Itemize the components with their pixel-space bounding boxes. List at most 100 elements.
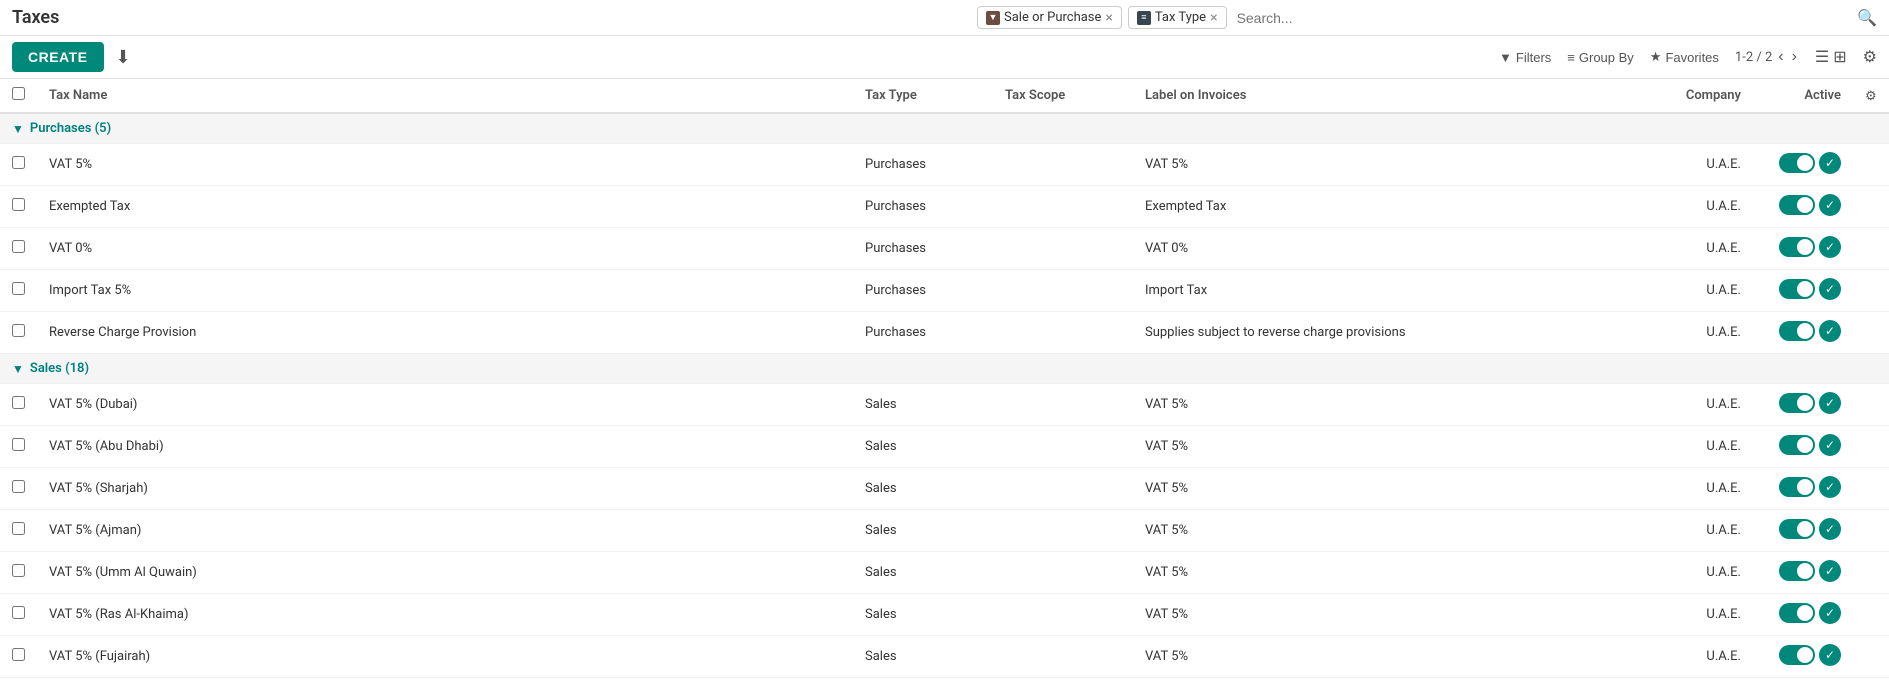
- filter-tag-tax-type[interactable]: ≡ Tax Type ×: [1128, 6, 1227, 29]
- tax-type-cell: Sales: [853, 384, 993, 426]
- tax-name-link[interactable]: Reverse Charge Provision: [49, 325, 196, 340]
- search-input[interactable]: [1233, 8, 1852, 28]
- table-row[interactable]: VAT 5% (Umm Al Quwain) Sales VAT 5% U.A.…: [0, 552, 1889, 594]
- active-toggle[interactable]: [1779, 519, 1815, 539]
- row-checkbox[interactable]: [12, 648, 25, 661]
- row-checkbox[interactable]: [12, 438, 25, 451]
- tax-type-cell: Sales: [853, 594, 993, 636]
- row-checkbox[interactable]: [12, 564, 25, 577]
- column-settings-button[interactable]: ⚙: [1863, 47, 1877, 67]
- next-page-button[interactable]: ›: [1790, 46, 1799, 68]
- tax-filter-icon: ≡: [1137, 11, 1151, 25]
- sale-filter-close-icon[interactable]: ×: [1105, 11, 1112, 25]
- row-checkbox[interactable]: [12, 282, 25, 295]
- tax-name-link[interactable]: VAT 5%: [49, 157, 92, 172]
- active-check-icon: ✓: [1819, 434, 1841, 456]
- row-checkbox[interactable]: [12, 606, 25, 619]
- row-checkbox[interactable]: [12, 240, 25, 253]
- label-on-invoices-cell: VAT 5%: [1133, 426, 1633, 468]
- tax-type-cell: Purchases: [853, 228, 993, 270]
- row-checkbox[interactable]: [12, 156, 25, 169]
- toolbar: CREATE ⬇ ▼ Filters ≡ Group By ★ Favorite…: [0, 36, 1889, 79]
- active-toggle[interactable]: [1779, 279, 1815, 299]
- company-cell: U.A.E.: [1633, 384, 1753, 426]
- tax-name-link[interactable]: VAT 0%: [49, 241, 92, 256]
- active-toggle[interactable]: [1779, 477, 1815, 497]
- table-row[interactable]: Reverse Charge Provision Purchases Suppl…: [0, 312, 1889, 354]
- active-check-icon: ✓: [1819, 320, 1841, 342]
- select-all-checkbox[interactable]: [12, 87, 25, 100]
- row-checkbox[interactable]: [12, 396, 25, 409]
- tax-scope-cell: [993, 426, 1133, 468]
- active-toggle[interactable]: [1779, 393, 1815, 413]
- row-checkbox[interactable]: [12, 480, 25, 493]
- pagination: 1-2 / 2 ‹ ›: [1735, 46, 1799, 68]
- download-button[interactable]: ⬇: [116, 47, 131, 68]
- prev-page-button[interactable]: ‹: [1776, 46, 1785, 68]
- create-button[interactable]: CREATE: [12, 42, 104, 72]
- groupby-button[interactable]: ≡ Group By: [1567, 50, 1634, 65]
- company-cell: U.A.E.: [1633, 594, 1753, 636]
- active-toggle[interactable]: [1779, 645, 1815, 665]
- collapse-arrow[interactable]: ▼: [12, 362, 24, 376]
- row-checkbox[interactable]: [12, 198, 25, 211]
- favorites-button[interactable]: ★ Favorites: [1650, 49, 1719, 65]
- active-toggle[interactable]: [1779, 237, 1815, 257]
- table-row[interactable]: VAT 0% Purchases VAT 0% U.A.E. ✓: [0, 228, 1889, 270]
- active-check-icon: ✓: [1819, 476, 1841, 498]
- table-header: Tax Name Tax Type Tax Scope Label on Inv…: [0, 79, 1889, 113]
- tax-scope-cell: [993, 468, 1133, 510]
- tax-name-link[interactable]: VAT 5% (Sharjah): [49, 481, 148, 496]
- company-cell: U.A.E.: [1633, 186, 1753, 228]
- list-view-button[interactable]: ☰: [1815, 47, 1829, 67]
- toolbar-actions: ▼ Filters ≡ Group By ★ Favorites 1-2 / 2…: [1499, 46, 1877, 68]
- kanban-view-button[interactable]: ⊞: [1833, 47, 1846, 67]
- row-checkbox[interactable]: [12, 522, 25, 535]
- favorites-label: Favorites: [1665, 50, 1718, 65]
- label-on-invoices-cell: Import Tax: [1133, 270, 1633, 312]
- tax-type-cell: Purchases: [853, 186, 993, 228]
- table-row[interactable]: VAT 5% (Ajman) Sales VAT 5% U.A.E. ✓: [0, 510, 1889, 552]
- company-cell: U.A.E.: [1633, 636, 1753, 678]
- active-toggle[interactable]: [1779, 321, 1815, 341]
- filter-tag-sale-or-purchase[interactable]: ▼ Sale or Purchase ×: [977, 6, 1122, 29]
- label-on-invoices-cell: VAT 5%: [1133, 594, 1633, 636]
- collapse-arrow[interactable]: ▼: [12, 122, 24, 136]
- tax-name-link[interactable]: VAT 5% (Dubai): [49, 397, 137, 412]
- active-toggle[interactable]: [1779, 153, 1815, 173]
- table-row[interactable]: VAT 5% Purchases VAT 5% U.A.E. ✓: [0, 144, 1889, 186]
- active-toggle[interactable]: [1779, 603, 1815, 623]
- tax-type-cell: Purchases: [853, 270, 993, 312]
- search-button[interactable]: 🔍: [1857, 8, 1877, 28]
- tax-name-link[interactable]: VAT 5% (Fujairah): [49, 649, 150, 664]
- tax-name-link[interactable]: VAT 5% (Ajman): [49, 523, 141, 538]
- filters-button[interactable]: ▼ Filters: [1499, 50, 1551, 65]
- company-cell: U.A.E.: [1633, 312, 1753, 354]
- sale-filter-icon: ▼: [986, 11, 1000, 25]
- tax-scope-cell: [993, 312, 1133, 354]
- active-cell: ✓: [1753, 186, 1853, 228]
- active-toggle[interactable]: [1779, 435, 1815, 455]
- table-row[interactable]: VAT 5% (Ras Al-Khaima) Sales VAT 5% U.A.…: [0, 594, 1889, 636]
- tax-filter-close-icon[interactable]: ×: [1210, 11, 1217, 25]
- tax-name-link[interactable]: Exempted Tax: [49, 199, 130, 214]
- tax-name-link[interactable]: VAT 5% (Ras Al-Khaima): [49, 607, 189, 622]
- tax-name-link[interactable]: Import Tax 5%: [49, 283, 131, 298]
- table-row[interactable]: VAT 5% (Abu Dhabi) Sales VAT 5% U.A.E. ✓: [0, 426, 1889, 468]
- table-container: Tax Name Tax Type Tax Scope Label on Inv…: [0, 79, 1889, 678]
- table-row[interactable]: Exempted Tax Purchases Exempted Tax U.A.…: [0, 186, 1889, 228]
- row-checkbox[interactable]: [12, 324, 25, 337]
- active-toggle[interactable]: [1779, 195, 1815, 215]
- table-row[interactable]: VAT 5% (Sharjah) Sales VAT 5% U.A.E. ✓: [0, 468, 1889, 510]
- tax-scope-cell: [993, 510, 1133, 552]
- table-row[interactable]: Import Tax 5% Purchases Import Tax U.A.E…: [0, 270, 1889, 312]
- col-header-tax-name: Tax Name: [49, 88, 107, 103]
- tax-name-link[interactable]: VAT 5% (Umm Al Quwain): [49, 565, 197, 580]
- table-row[interactable]: VAT 5% (Fujairah) Sales VAT 5% U.A.E. ✓: [0, 636, 1889, 678]
- tax-name-link[interactable]: VAT 5% (Abu Dhabi): [49, 439, 164, 454]
- group-row: ▼ Sales (18): [0, 354, 1889, 384]
- active-toggle[interactable]: [1779, 561, 1815, 581]
- table-row[interactable]: VAT 5% (Dubai) Sales VAT 5% U.A.E. ✓: [0, 384, 1889, 426]
- tax-type-cell: Sales: [853, 552, 993, 594]
- table-settings-button[interactable]: ⚙: [1865, 88, 1877, 104]
